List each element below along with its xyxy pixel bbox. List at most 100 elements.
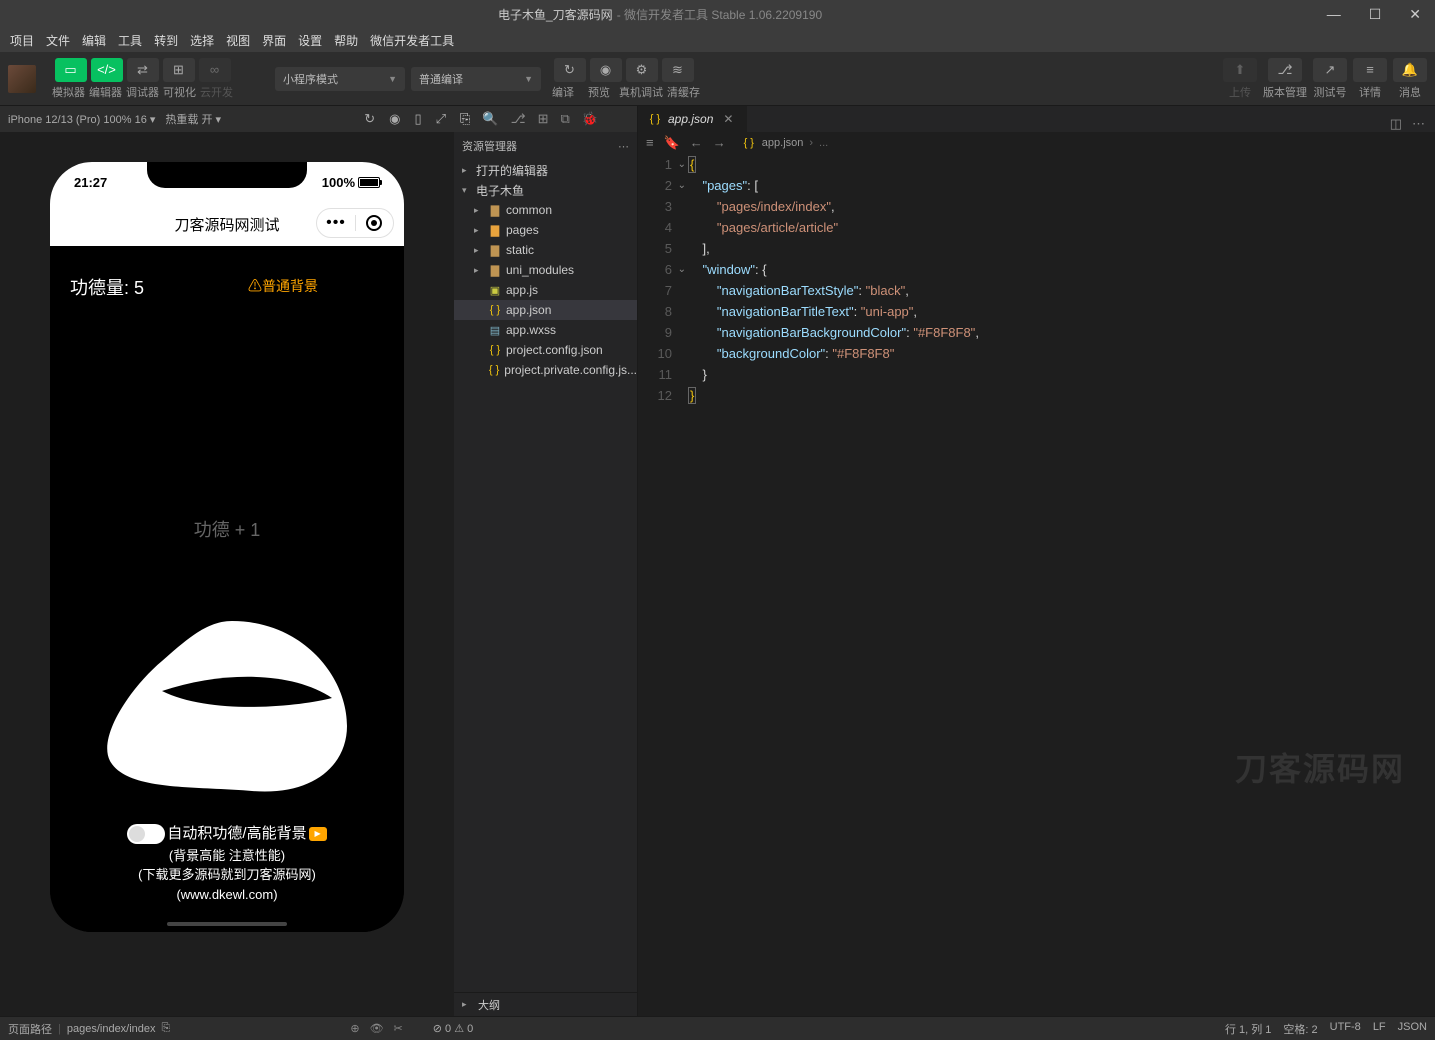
bug-tab-icon[interactable]: 🐞: [582, 111, 598, 127]
simulator-button[interactable]: ▭: [55, 58, 87, 82]
toggle-panel-icon[interactable]: ≡: [646, 135, 654, 151]
background-toggle[interactable]: ⚠普通背景: [248, 276, 318, 296]
menu-dots-icon[interactable]: •••: [317, 214, 355, 232]
status-bar: 页面路径 | pages/index/index ⎘ ⊕ 👁 ✂ ⊘ 0 ⚠ 0…: [0, 1016, 1435, 1040]
explorer-tab-icon[interactable]: ⎘: [460, 111, 470, 127]
menu-goto[interactable]: 转到: [148, 32, 184, 49]
notch: [147, 162, 307, 188]
menu-settings[interactable]: 设置: [292, 32, 328, 49]
folder-uni-modules[interactable]: ▸▇uni_modules: [454, 260, 637, 280]
preview-button[interactable]: ◉: [590, 58, 622, 82]
target-icon[interactable]: [355, 215, 393, 231]
path-label: 页面路径: [8, 1021, 52, 1037]
auto-switch[interactable]: [127, 824, 165, 844]
upload-button[interactable]: ⬆: [1223, 58, 1257, 82]
wooden-fish-icon[interactable]: [102, 616, 352, 816]
remote-debug-button[interactable]: ⚙: [626, 58, 658, 82]
page-path[interactable]: pages/index/index: [67, 1023, 156, 1035]
popout-icon[interactable]: ⤢: [436, 111, 446, 127]
mode-label: 小程序模式: [283, 71, 338, 87]
menu-project[interactable]: 项目: [4, 32, 40, 49]
tab-app-json[interactable]: { } app.json ✕: [638, 106, 747, 132]
file-app-wxss[interactable]: ▤app.wxss: [454, 320, 637, 340]
forward-icon[interactable]: →: [713, 135, 726, 151]
menu-view[interactable]: 视图: [220, 32, 256, 49]
open-editors-section[interactable]: ▸打开的编辑器: [454, 160, 637, 180]
code-editor[interactable]: 1⌄2⌄3456⌄789101112 { "pages": [ "pages/i…: [638, 154, 1435, 1016]
menu-select[interactable]: 选择: [184, 32, 220, 49]
editor-more-icon[interactable]: ⋯: [1412, 116, 1425, 132]
explorer-more-icon[interactable]: ⋯: [618, 140, 629, 153]
compile-button[interactable]: ↻: [554, 58, 586, 82]
info-line2: (背景高能 注意性能): [50, 846, 404, 866]
messages-button[interactable]: 🔔: [1393, 58, 1427, 82]
version-label: 版本管理: [1263, 84, 1307, 100]
project-root[interactable]: ▾电子木鱼: [454, 180, 637, 200]
editor-button[interactable]: </>: [91, 58, 123, 82]
split-editor-icon[interactable]: ◫: [1390, 116, 1402, 132]
sb-icon-2[interactable]: 👁: [370, 1022, 384, 1035]
refresh-icon[interactable]: ↻: [364, 111, 375, 127]
menu-help[interactable]: 帮助: [328, 32, 364, 49]
record-icon[interactable]: ◉: [389, 111, 400, 127]
menu-devtools[interactable]: 微信开发者工具: [364, 32, 460, 49]
plus-one-text: 功德 + 1: [194, 516, 261, 542]
problems[interactable]: ⊘ 0 ⚠ 0: [433, 1022, 474, 1035]
ext-tab-icon[interactable]: ⊞: [538, 111, 549, 127]
menu-edit[interactable]: 编辑: [76, 32, 112, 49]
debugger-button[interactable]: ⇄: [127, 58, 159, 82]
tab-close-icon[interactable]: ✕: [719, 112, 737, 126]
maximize-button[interactable]: ☐: [1363, 4, 1388, 25]
cursor-position[interactable]: 行 1, 列 1: [1225, 1021, 1271, 1037]
visualize-label: 可视化: [163, 84, 196, 100]
device-selector[interactable]: iPhone 12/13 (Pro) 100% 16 ▾: [8, 113, 155, 126]
outline-section[interactable]: ▸大纲: [454, 992, 637, 1016]
minimize-button[interactable]: —: [1321, 4, 1347, 25]
menu-file[interactable]: 文件: [40, 32, 76, 49]
explorer-panel: ⎘ 🔍 ⎇ ⊞ ⧉ 🐞 资源管理器⋯ ▸打开的编辑器 ▾电子木鱼 ▸▇commo…: [454, 106, 638, 1016]
menu-interface[interactable]: 界面: [256, 32, 292, 49]
visualize-button[interactable]: ⊞: [163, 58, 195, 82]
back-icon[interactable]: ←: [690, 135, 703, 151]
branch-tab-icon[interactable]: ⎇: [511, 111, 526, 127]
language[interactable]: JSON: [1398, 1021, 1427, 1037]
simulator-panel: iPhone 12/13 (Pro) 100% 16 ▾ 热重载 开 ▾ ↻ ◉…: [0, 106, 454, 1016]
hot-reload[interactable]: 热重载 开 ▾: [165, 111, 221, 127]
search-tab-icon[interactable]: 🔍: [482, 111, 498, 127]
file-app-json[interactable]: { }app.json: [454, 300, 637, 320]
details-button[interactable]: ≡: [1353, 58, 1387, 82]
copy-path-icon[interactable]: ⎘: [162, 1022, 171, 1035]
details-label: 详情: [1359, 84, 1381, 100]
version-button[interactable]: ⎇: [1268, 58, 1302, 82]
compile-action-label: 编译: [547, 84, 579, 100]
folder-common[interactable]: ▸▇common: [454, 200, 637, 220]
device-icon[interactable]: ▯: [414, 111, 421, 127]
file-project-config[interactable]: { }project.config.json: [454, 340, 637, 360]
encoding[interactable]: UTF-8: [1330, 1021, 1361, 1037]
file-app-js[interactable]: ▣app.js: [454, 280, 637, 300]
file-project-private[interactable]: { }project.private.config.js...: [454, 360, 637, 380]
mode-dropdown[interactable]: 小程序模式▼: [275, 67, 405, 91]
home-indicator: [167, 922, 287, 926]
test-acct-button[interactable]: ↗: [1313, 58, 1347, 82]
sb-icon-3[interactable]: ✂: [394, 1022, 403, 1035]
folder-static[interactable]: ▸▇static: [454, 240, 637, 260]
folder-pages[interactable]: ▸▇pages: [454, 220, 637, 240]
indent[interactable]: 空格: 2: [1283, 1021, 1317, 1037]
info-line3: (下载更多源码就到刀客源码网): [50, 865, 404, 885]
avatar[interactable]: [8, 65, 36, 93]
clear-cache-button[interactable]: ≋: [662, 58, 694, 82]
eol[interactable]: LF: [1373, 1021, 1386, 1037]
capsule-button[interactable]: •••: [316, 208, 394, 238]
phone-simulator: 21:27 100% 刀客源码网测试 ••• 功德量: 5 ⚠普通背景: [50, 162, 404, 932]
ext2-tab-icon[interactable]: ⧉: [560, 111, 569, 127]
bookmark-icon[interactable]: 🔖: [664, 135, 680, 151]
sb-icon-1[interactable]: ⊕: [350, 1022, 359, 1035]
close-button[interactable]: ✕: [1403, 4, 1427, 25]
menu-tools[interactable]: 工具: [112, 32, 148, 49]
breadcrumb-file[interactable]: app.json: [762, 137, 804, 149]
debugger-label: 调试器: [126, 84, 159, 100]
compile-dropdown[interactable]: 普通编译▼: [411, 67, 541, 91]
simulator-label: 模拟器: [52, 84, 85, 100]
cloud-dev-button[interactable]: ∞: [199, 58, 231, 82]
